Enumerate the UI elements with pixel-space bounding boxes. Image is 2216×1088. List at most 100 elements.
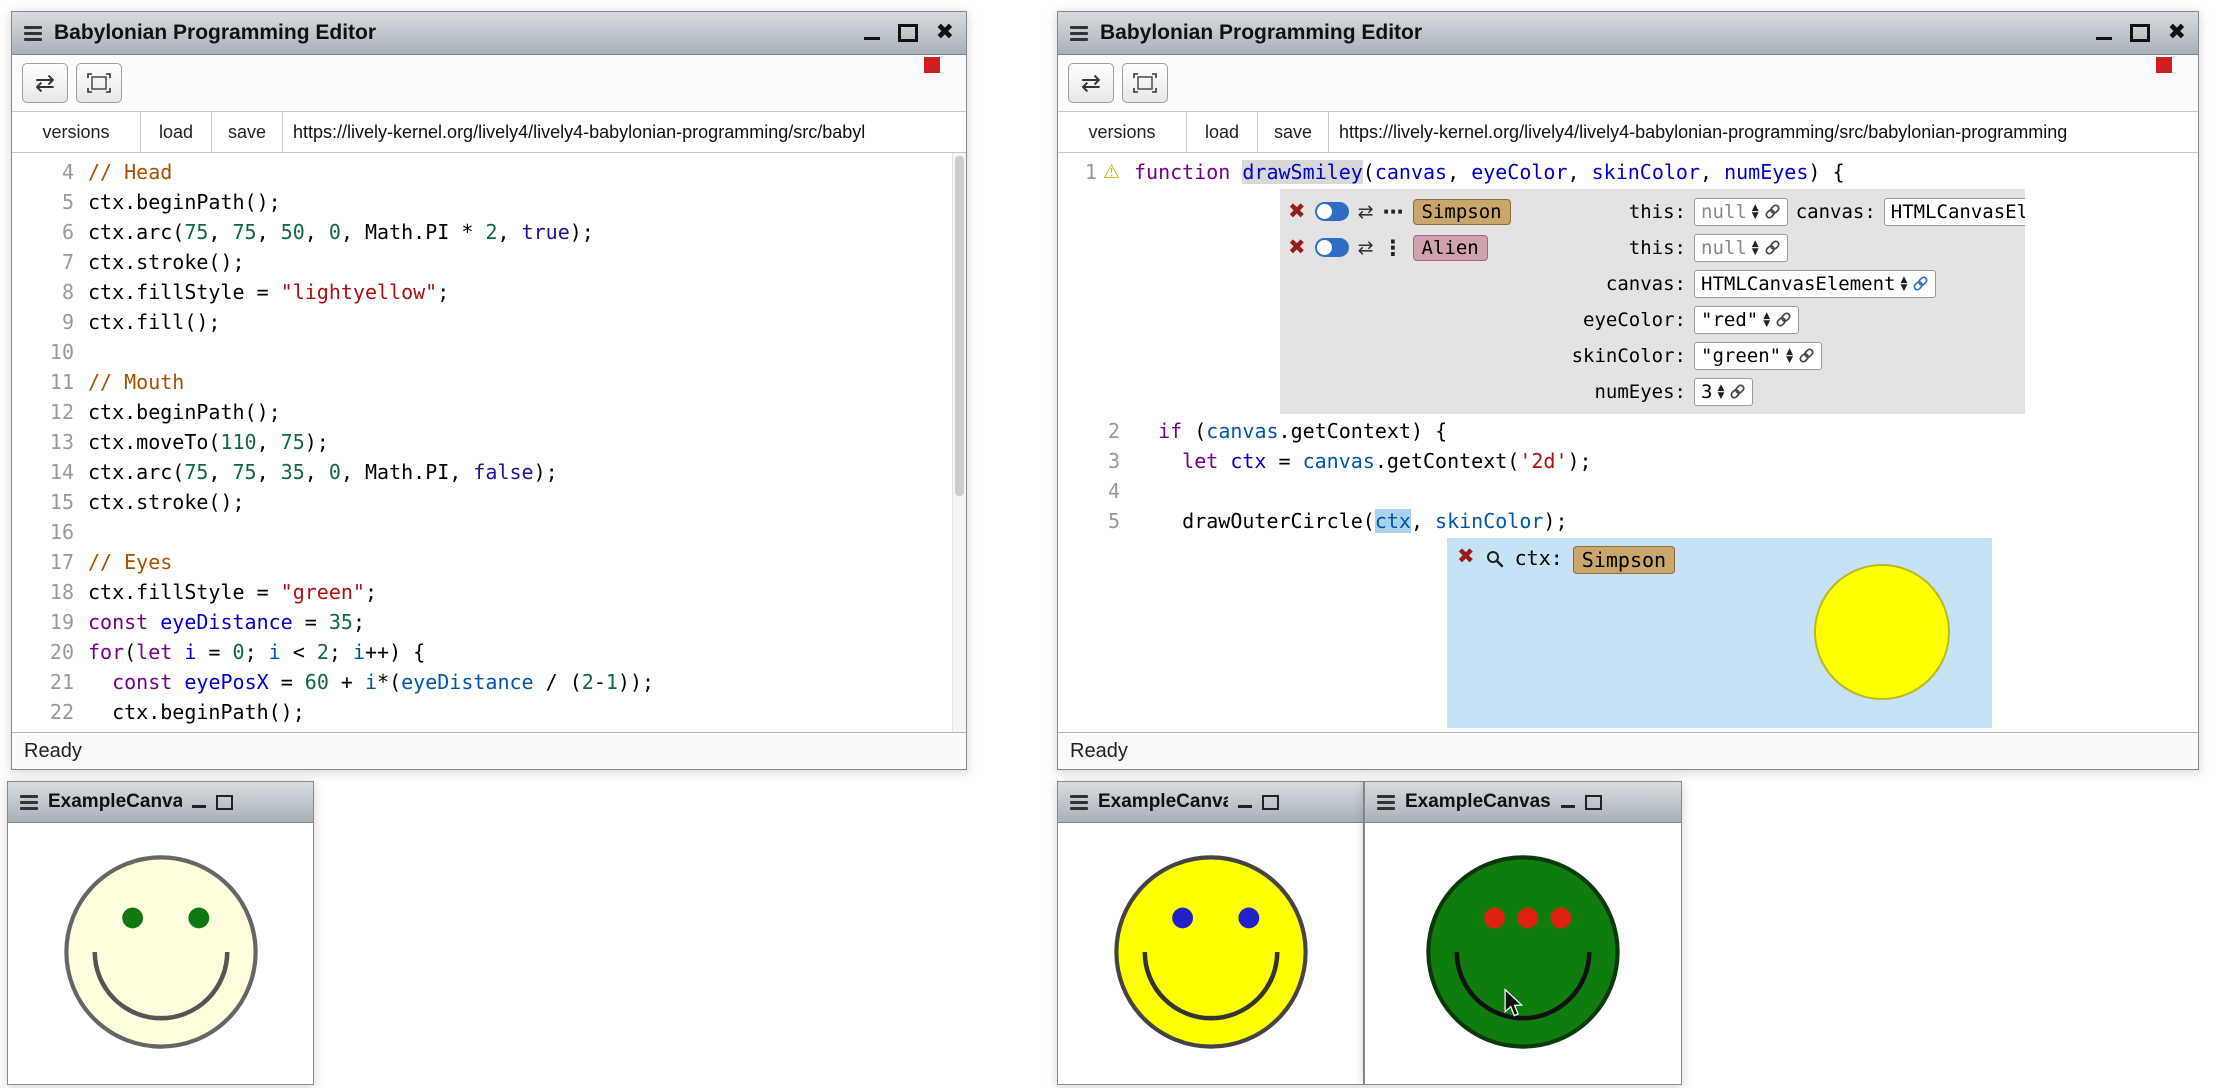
code-line[interactable]: 7ctx.stroke();	[12, 247, 966, 277]
hamburger-icon[interactable]	[1070, 26, 1088, 41]
code-line[interactable]: 3 let ctx = canvas.getContext('2d');	[1058, 446, 2198, 476]
minimize-button[interactable]	[864, 37, 880, 40]
minimize-button[interactable]	[192, 805, 206, 808]
link-icon[interactable]	[1764, 203, 1781, 220]
code-token: "lightyellow"	[281, 280, 438, 304]
value-field[interactable]: HTMLCanvasElement▲▼	[1884, 198, 2025, 226]
code-line[interactable]: 18ctx.fillStyle = "green";	[12, 577, 966, 607]
swap-icon[interactable]: ⇄	[1358, 237, 1374, 259]
link-icon[interactable]	[1798, 347, 1815, 364]
code-line[interactable]: 22 ctx.beginPath();	[12, 697, 966, 727]
value-stepper[interactable]: ▲▼	[1717, 384, 1724, 400]
code-line[interactable]: 17// Eyes	[12, 547, 966, 577]
versions-button[interactable]: versions	[1058, 112, 1187, 152]
minimize-button[interactable]	[1238, 805, 1252, 808]
code-line[interactable]: 13ctx.moveTo(110, 75);	[12, 427, 966, 457]
minimize-button[interactable]	[1561, 805, 1575, 808]
code-line[interactable]: 4	[1058, 476, 2198, 506]
code-token: ;	[365, 580, 377, 604]
code-line[interactable]: 12ctx.beginPath();	[12, 397, 966, 427]
minimize-button[interactable]	[2096, 37, 2112, 40]
example-name-badge[interactable]: Alien	[1413, 235, 1488, 261]
delete-example-button[interactable]: ✖	[1288, 237, 1306, 258]
swap-icon[interactable]: ⇄	[1358, 201, 1374, 223]
widget-row: skinColor:"green"▲▼	[1288, 339, 2017, 372]
value-field[interactable]: null▲▼	[1694, 198, 1788, 226]
url-field[interactable]: https://lively-kernel.org/lively4/lively…	[283, 112, 966, 152]
more-options-icon[interactable]: ⋯	[1383, 200, 1404, 224]
link-icon[interactable]	[1764, 239, 1781, 256]
hamburger-icon[interactable]	[1070, 795, 1088, 810]
value-stepper[interactable]: ▲▼	[1752, 240, 1759, 256]
maximize-button[interactable]	[898, 24, 918, 42]
maximize-button[interactable]	[1262, 795, 1279, 810]
link-icon[interactable]	[1729, 383, 1746, 400]
value-field[interactable]: null▲▼	[1694, 234, 1788, 262]
save-button[interactable]: save	[212, 112, 283, 152]
code-line[interactable]: 5 drawOuterCircle(ctx, skinColor);	[1058, 506, 2198, 536]
swap-button[interactable]: ⇄	[1068, 63, 1114, 103]
load-button[interactable]: load	[141, 112, 212, 152]
toggle-switch[interactable]	[1315, 202, 1349, 221]
frame-button[interactable]	[1122, 63, 1168, 103]
window-titlebar[interactable]: ExampleCanvas	[1365, 782, 1681, 823]
code-line[interactable]: 4// Head	[12, 157, 966, 187]
url-field[interactable]: https://lively-kernel.org/lively4/lively…	[1329, 112, 2198, 152]
value-field[interactable]: HTMLCanvasElement▲▼	[1694, 270, 1936, 298]
example-name-badge[interactable]: Simpson	[1413, 199, 1511, 225]
versions-button[interactable]: versions	[12, 112, 141, 152]
link-icon[interactable]	[1912, 275, 1929, 292]
code-line[interactable]: 14ctx.arc(75, 75, 35, 0, Math.PI, false)…	[12, 457, 966, 487]
line-number: 8	[62, 277, 74, 307]
close-button[interactable]: ✖	[936, 22, 954, 44]
scrollbar-thumb[interactable]	[955, 156, 964, 496]
value-stepper[interactable]: ▲▼	[1752, 204, 1759, 220]
maximize-button[interactable]	[1585, 795, 1602, 810]
warning-icon[interactable]: ⚠	[1103, 163, 1120, 182]
load-button[interactable]: load	[1187, 112, 1258, 152]
value-stepper[interactable]: ▲▼	[1900, 276, 1907, 292]
frame-button[interactable]	[76, 63, 122, 103]
window-titlebar[interactable]: ExampleCanvas	[8, 782, 313, 823]
inspect-icon[interactable]	[1485, 549, 1505, 569]
code-line[interactable]: 15ctx.stroke();	[12, 487, 966, 517]
code-line[interactable]: 8ctx.fillStyle = "lightyellow";	[12, 277, 966, 307]
code-line[interactable]: 21 const eyePosX = 60 + i*(eyeDistance /…	[12, 667, 966, 697]
delete-example-button[interactable]: ✖	[1288, 201, 1306, 222]
code-line[interactable]: 16	[12, 517, 966, 547]
maximize-button[interactable]	[216, 795, 233, 810]
value-field[interactable]: "green"▲▼	[1694, 342, 1822, 370]
window-titlebar[interactable]: Babylonian Programming Editor ✖	[12, 12, 966, 55]
value-field[interactable]: "red"▲▼	[1694, 306, 1799, 334]
more-options-icon[interactable]: ⋮	[1383, 236, 1404, 260]
hamburger-icon[interactable]	[24, 26, 42, 41]
code-line[interactable]: 10	[12, 337, 966, 367]
link-icon[interactable]	[1775, 311, 1792, 328]
hamburger-icon[interactable]	[1377, 795, 1395, 810]
code-line[interactable]: 19const eyeDistance = 35;	[12, 607, 966, 637]
close-button[interactable]: ✖	[2168, 22, 2186, 44]
code-line[interactable]: 1⚠function drawSmiley(canvas, eyeColor, …	[1058, 157, 2198, 187]
vertical-scrollbar[interactable]	[952, 153, 966, 732]
window-titlebar[interactable]: Babylonian Programming Editor ✖	[1058, 12, 2198, 55]
toggle-switch[interactable]	[1315, 238, 1349, 257]
swap-button[interactable]: ⇄	[22, 63, 68, 103]
save-button[interactable]: save	[1258, 112, 1329, 152]
value-field[interactable]: 3▲▼	[1694, 378, 1753, 406]
hamburger-icon[interactable]	[20, 795, 38, 810]
code-editor[interactable]: 4// Head5ctx.beginPath();6ctx.arc(75, 75…	[12, 153, 966, 732]
maximize-button[interactable]	[2130, 24, 2150, 42]
value-stepper[interactable]: ▲▼	[1786, 348, 1793, 364]
code-line[interactable]: 5ctx.beginPath();	[12, 187, 966, 217]
value-stepper[interactable]: ▲▼	[1763, 312, 1770, 328]
delete-probe-button[interactable]: ✖	[1457, 546, 1475, 567]
code-line[interactable]: 11// Mouth	[12, 367, 966, 397]
code-line[interactable]: 6ctx.arc(75, 75, 50, 0, Math.PI * 2, tru…	[12, 217, 966, 247]
window-titlebar[interactable]: ExampleCanvas	[1058, 782, 1363, 823]
code-line[interactable]: 2 if (canvas.getContext) {	[1058, 416, 2198, 446]
code-editor[interactable]: 1⚠function drawSmiley(canvas, eyeColor, …	[1058, 153, 2198, 732]
code-line[interactable]: 9ctx.fill();	[12, 307, 966, 337]
code-line[interactable]: 20for(let i = 0; i < 2; i++) {	[12, 637, 966, 667]
example-name-badge[interactable]: Simpson	[1573, 546, 1675, 574]
smiley-drawing	[38, 829, 284, 1075]
